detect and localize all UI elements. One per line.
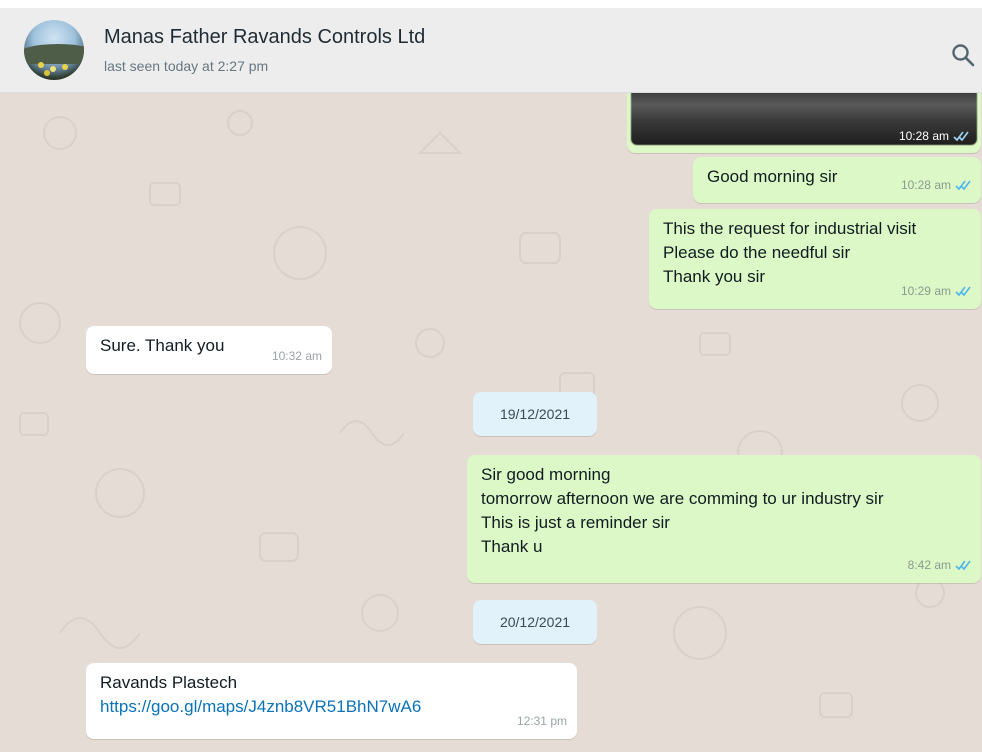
message-meta: 10:29 am [901, 279, 971, 303]
message-text-line: Ravands Plastech [100, 673, 238, 692]
date-label: 20/12/2021 [499, 614, 571, 630]
contact-name[interactable]: Manas Father Ravands Controls Ltd [104, 26, 425, 49]
message-text: Ravands Plastech https://goo.gl/maps/J4z… [100, 671, 421, 719]
double-check-icon [955, 286, 971, 296]
contact-last-seen: last seen today at 2:27 pm [104, 58, 269, 74]
message-meta: 12:31 pm [517, 709, 567, 733]
message-incoming[interactable]: Sure. Thank you 10:32 am [86, 326, 332, 374]
contact-avatar[interactable] [24, 20, 84, 80]
message-meta: 10:28 am [901, 173, 971, 197]
message-time: 10:32 am [271, 349, 322, 363]
message-outgoing[interactable]: Good morning sir 10:28 am [693, 157, 981, 203]
message-time: 8:42 am [907, 558, 951, 572]
message-meta: 10:32 am [272, 344, 322, 368]
double-check-icon [955, 560, 971, 570]
message-meta: 10:28 am [899, 129, 969, 143]
message-time: 12:31 pm [516, 714, 567, 728]
message-text: Good morning sir [707, 167, 838, 186]
message-time: 10:28 am [900, 178, 951, 192]
chat-area[interactable]: 10:28 am Good morning sir 10:28 am This … [0, 93, 982, 752]
date-separator: 20/12/2021 [473, 600, 597, 644]
message-meta: 8:42 am [908, 553, 971, 577]
message-text: Sir good morning tomorrow afternoon we a… [481, 465, 884, 556]
message-outgoing[interactable]: Sir good morning tomorrow afternoon we a… [467, 455, 981, 583]
message-time: 10:29 am [900, 284, 951, 298]
double-check-icon [953, 131, 969, 141]
message-time: 10:28 am [898, 129, 949, 143]
date-separator: 19/12/2021 [473, 392, 597, 436]
window-top-strip [0, 0, 982, 8]
double-check-icon [955, 180, 971, 190]
date-label: 19/12/2021 [499, 406, 571, 422]
chat-header: Manas Father Ravands Controls Ltd last s… [0, 8, 982, 93]
message-outgoing[interactable]: This the request for industrial visit Pl… [649, 209, 981, 309]
message-text: This the request for industrial visit Pl… [663, 219, 917, 286]
search-icon[interactable] [950, 42, 976, 68]
message-text: Sure. Thank you [100, 336, 225, 355]
message-incoming[interactable]: Ravands Plastech https://goo.gl/maps/J4z… [86, 663, 577, 739]
message-image-outgoing[interactable]: 10:28 am [627, 93, 981, 153]
maps-link[interactable]: https://goo.gl/maps/J4znb8VR51BhN7wA6 [100, 697, 421, 716]
